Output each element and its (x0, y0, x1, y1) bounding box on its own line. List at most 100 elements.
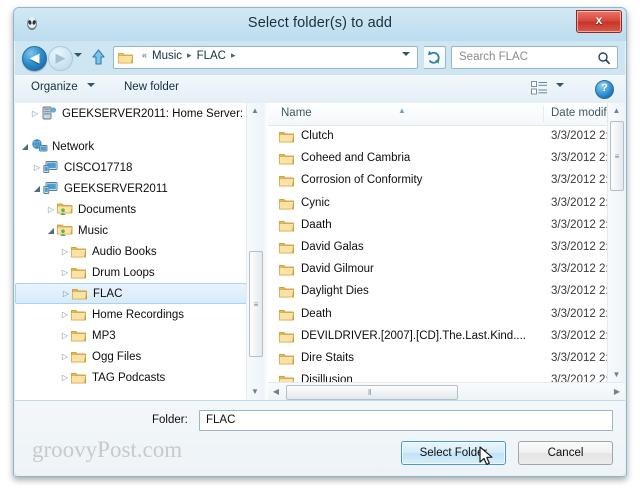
folder-icon (279, 284, 294, 298)
breadcrumb-item-music[interactable]: Music (151, 50, 183, 62)
forward-button[interactable]: ▶ (48, 46, 73, 71)
file-date-modified: 3/3/2012 2: (551, 240, 608, 253)
tree-collapse-icon[interactable]: ◢ (19, 136, 31, 157)
column-header-date-modified[interactable]: Date modif (551, 107, 607, 119)
computer-icon (43, 181, 60, 195)
navigation-bar: ◀ ▶ « Music ▸ FLAC ▸ Search FLAC (14, 41, 626, 74)
tree-item-drum-loops[interactable]: ▷ Drum Loops (15, 262, 247, 283)
up-one-level-button[interactable] (90, 48, 107, 67)
tree-item-label: Music (78, 225, 109, 237)
list-vertical-scrollbar[interactable]: ▲ ≡ ▼ (607, 103, 625, 383)
list-scroll-left-icon[interactable]: ◀ (268, 383, 284, 400)
folder-field-label: Folder: (152, 414, 188, 426)
list-horizontal-scrollbar[interactable]: ◀ ‖ ▶ (268, 382, 625, 400)
view-layout-icon[interactable] (531, 81, 548, 96)
tree-vertical-scrollbar[interactable]: ▲ ≡ ▼ (246, 103, 263, 400)
cancel-button[interactable]: Cancel (518, 441, 613, 465)
tree-expand-icon[interactable]: ▷ (45, 199, 57, 220)
tree-expand-icon[interactable]: ▷ (31, 157, 43, 178)
tree-item-documents[interactable]: ▷ Documents (15, 199, 247, 220)
column-divider[interactable] (543, 106, 544, 122)
tree-expand-icon[interactable]: ▷ (59, 304, 71, 325)
select-folder-button[interactable]: Select Folder (401, 441, 506, 465)
file-name: DEVILDRIVER.[2007].[CD].The.Last.Kind...… (301, 329, 526, 342)
address-dropdown-button[interactable] (402, 52, 410, 68)
list-scroll-up-icon[interactable]: ▲ (608, 103, 625, 119)
file-date-modified: 3/3/2012 2: (551, 196, 608, 209)
forward-arrow-icon: ▶ (55, 50, 66, 65)
tree-collapse-icon[interactable]: ◢ (45, 220, 57, 241)
tree-expand-icon[interactable]: ▷ (59, 346, 71, 367)
tree-item-cisco17718[interactable]: ▷ CISCO17718 (15, 157, 247, 178)
tree-item-audio-books[interactable]: ▷ Audio Books (15, 241, 247, 262)
file-list-row[interactable]: Disillusion 3/3/2012 2: (268, 369, 608, 383)
tree-expand-icon[interactable]: ▷ (59, 367, 71, 388)
help-icon[interactable]: ? (595, 80, 614, 99)
tree-collapse-icon[interactable]: ◢ (31, 178, 43, 199)
tree-item-network[interactable]: ◢ Network (15, 136, 247, 157)
close-button[interactable]: x (576, 10, 622, 33)
tree-item-music[interactable]: ◢ Music (15, 220, 247, 241)
folder-icon (279, 329, 294, 343)
file-date-modified: 3/3/2012 2: (551, 174, 608, 187)
new-folder-button[interactable]: New folder (124, 81, 179, 93)
help-label: ? (601, 82, 608, 94)
tree-expand-icon[interactable]: ▷ (59, 325, 71, 346)
folder-name-input[interactable]: FLAC (199, 410, 613, 431)
title-bar: Select folder(s) to add x (14, 8, 626, 41)
file-list-row[interactable]: Death 3/3/2012 2: (268, 303, 608, 325)
file-list-row[interactable]: DEVILDRIVER.[2007].[CD].The.Last.Kind...… (268, 325, 608, 347)
back-button[interactable]: ◀ (22, 46, 47, 71)
tree-expand-icon[interactable]: ▷ (59, 262, 71, 283)
tree-item-geekserver2011[interactable]: ◢ GEEKSERVER2011 (15, 178, 247, 199)
file-list-pane: Name ▲ Date modif Clutch 3/3/2012 2: Cohee… (268, 103, 625, 400)
file-list-header: Name ▲ Date modif (268, 103, 625, 126)
tree-item-mp3[interactable]: ▷ MP3 (15, 325, 247, 346)
refresh-button[interactable] (424, 46, 446, 69)
list-scroll-down-icon[interactable]: ▼ (608, 367, 625, 383)
search-icon (597, 51, 611, 70)
file-list-row[interactable]: Cynic 3/3/2012 2: (268, 192, 608, 214)
content-area: ▷ GEEKSERVER2011: Home Server: ◢ Network ▷ CI… (15, 103, 625, 401)
folder-icon (71, 266, 88, 280)
file-name: Daath (301, 218, 332, 231)
file-list-row[interactable]: Daath 3/3/2012 2: (268, 214, 608, 236)
file-list-row[interactable]: David Gilmour 3/3/2012 2: (268, 258, 608, 280)
recent-locations-button[interactable] (74, 53, 83, 62)
file-list-body: Clutch 3/3/2012 2: Coheed and Cambria 3/3/2… (268, 125, 608, 383)
tree-expand-icon[interactable]: ▷ (59, 241, 71, 262)
file-list-row[interactable]: Clutch 3/3/2012 2: (268, 125, 608, 147)
file-name: Dire Staits (301, 351, 355, 364)
tree-scroll-down-icon[interactable]: ▼ (247, 384, 263, 400)
file-list-row[interactable]: Dire Staits 3/3/2012 2: (268, 347, 608, 369)
folder-icon (279, 173, 294, 187)
search-input[interactable]: Search FLAC (451, 46, 618, 69)
tree-item-home-recordings[interactable]: ▷ Home Recordings (15, 304, 247, 325)
file-name: David Galas (301, 240, 364, 253)
address-bar[interactable]: «Music ▸ FLAC ▸ (113, 46, 418, 69)
tree-expand-icon[interactable]: ▷ (29, 103, 41, 124)
file-list-row[interactable]: Coheed and Cambria 3/3/2012 2: (268, 147, 608, 169)
folder-name-value: FLAC (206, 414, 236, 426)
tree-scroll-up-icon[interactable]: ▲ (247, 103, 263, 119)
organize-button[interactable]: Organize (31, 81, 78, 93)
breadcrumb-overflow-icon[interactable]: « (138, 50, 151, 60)
sort-ascending-icon: ▲ (398, 106, 406, 115)
file-list-row[interactable]: Daylight Dies 3/3/2012 2: (268, 280, 608, 302)
file-list-row[interactable]: Corrosion of Conformity 3/3/2012 2: (268, 169, 608, 191)
network-icon (31, 139, 48, 153)
file-list-row[interactable]: David Galas 3/3/2012 2: (268, 236, 608, 258)
tree-item-tag-podcasts[interactable]: ▷ TAG Podcasts (15, 367, 247, 388)
tree-item-flac[interactable]: ▷ FLAC (15, 283, 247, 304)
tree-item-label: FLAC (93, 288, 123, 300)
column-header-name[interactable]: Name (281, 107, 312, 119)
list-scroll-thumb[interactable]: ≡ (610, 121, 624, 191)
tree-item-ogg-files[interactable]: ▷ Ogg Files (15, 346, 247, 367)
list-hscroll-thumb[interactable]: ‖ (286, 385, 458, 400)
tree-item-geekserver2011-home-server[interactable]: ▷ GEEKSERVER2011: Home Server: (15, 103, 247, 124)
breadcrumb-item-flac[interactable]: FLAC (196, 50, 227, 62)
tree-scroll-thumb[interactable]: ≡ (249, 251, 263, 357)
navigation-tree: ▷ GEEKSERVER2011: Home Server: ◢ Network ▷ CI… (15, 103, 247, 400)
tree-expand-icon[interactable]: ▷ (60, 284, 72, 303)
list-scroll-right-icon[interactable]: ▶ (609, 383, 625, 400)
